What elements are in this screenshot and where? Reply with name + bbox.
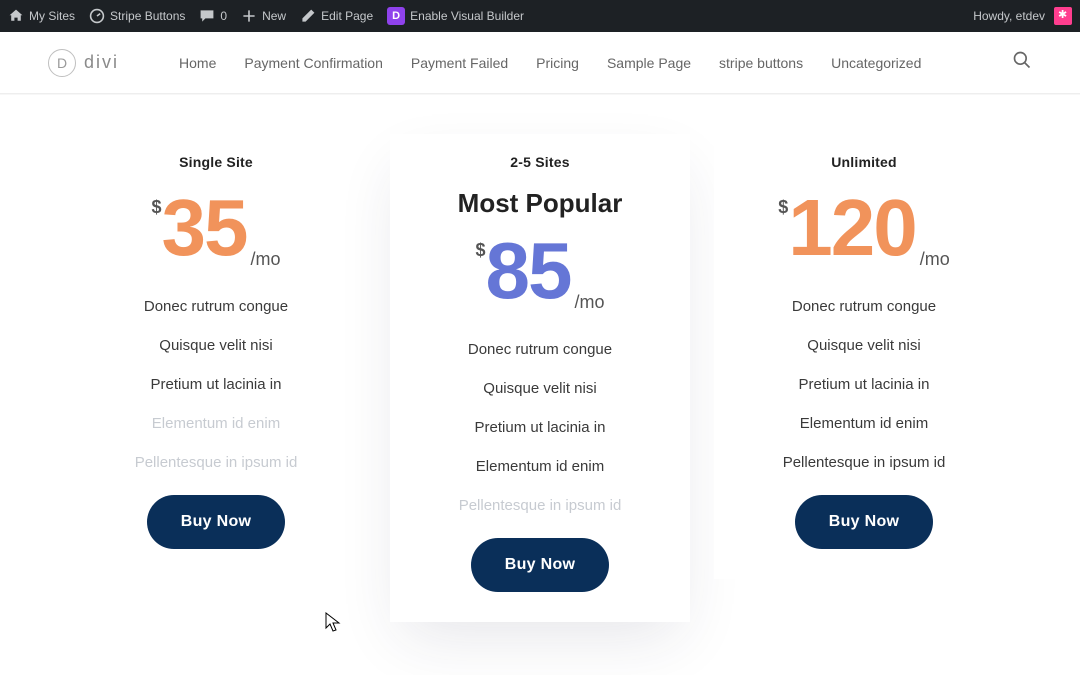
admin-my-sites[interactable]: My Sites [8,8,75,24]
buy-button[interactable]: Buy Now [795,495,934,549]
admin-visual-builder[interactable]: D Enable Visual Builder [387,7,524,25]
feature-item: Donec rutrum congue [732,298,996,315]
feature-list: Donec rutrum congue Quisque velit nisi P… [84,298,348,471]
nav-payment-failed[interactable]: Payment Failed [411,55,508,71]
nav-uncategorized[interactable]: Uncategorized [831,55,921,71]
card-title: Unlimited [732,134,996,182]
pencil-icon [300,8,316,24]
logo-mark-icon: D [48,49,76,77]
admin-my-sites-label: My Sites [29,9,75,23]
admin-visual-builder-label: Enable Visual Builder [410,9,524,23]
admin-comments[interactable]: 0 [199,8,227,24]
feature-item: Quisque velit nisi [408,380,672,397]
comment-icon [199,8,215,24]
feature-item: Pellentesque in ipsum id [408,497,672,514]
admin-new[interactable]: New [241,8,286,24]
nav-payment-confirmation[interactable]: Payment Confirmation [244,55,383,71]
feature-item: Elementum id enim [408,458,672,475]
feature-list: Donec rutrum congue Quisque velit nisi P… [408,341,672,514]
gauge-icon [89,8,105,24]
feature-list: Donec rutrum congue Quisque velit nisi P… [732,298,996,471]
primary-nav: Home Payment Confirmation Payment Failed… [179,55,1012,71]
buy-button[interactable]: Buy Now [471,538,610,592]
wp-admin-bar: My Sites Stripe Buttons 0 New Edit Page … [0,0,1080,32]
feature-item: Quisque velit nisi [84,337,348,354]
nav-sample-page[interactable]: Sample Page [607,55,691,71]
price-amount: 35 [162,188,247,268]
feature-item: Pellentesque in ipsum id [732,454,996,471]
feature-item: Elementum id enim [732,415,996,432]
nav-pricing[interactable]: Pricing [536,55,579,71]
site-header: D divi Home Payment Confirmation Payment… [0,32,1080,94]
price-line: $ 35 /mo [84,182,348,298]
feature-item: Pretium ut lacinia in [408,419,672,436]
feature-item: Quisque velit nisi [732,337,996,354]
feature-item: Elementum id enim [84,415,348,432]
admin-site-name-label: Stripe Buttons [110,9,185,23]
price-suffix: /mo [574,293,604,311]
price-suffix: /mo [250,250,280,268]
pricing-card-unlimited: Unlimited $ 120 /mo Donec rutrum congue … [714,134,1014,579]
price-currency: $ [151,198,161,216]
nav-stripe-buttons[interactable]: stripe buttons [719,55,803,71]
feature-item: Donec rutrum congue [408,341,672,358]
nav-home[interactable]: Home [179,55,216,71]
pricing-card-single: Single Site $ 35 /mo Donec rutrum congue… [66,134,366,579]
admin-new-label: New [262,9,286,23]
plus-icon [241,8,257,24]
avatar-icon [1054,7,1072,25]
price-suffix: /mo [920,250,950,268]
feature-item: Donec rutrum congue [84,298,348,315]
price-currency: $ [475,241,485,259]
site-logo[interactable]: D divi [48,49,119,77]
divi-icon: D [387,7,405,25]
admin-comments-count: 0 [220,9,227,23]
admin-howdy-label: Howdy, etdev [973,9,1045,23]
admin-edit-page[interactable]: Edit Page [300,8,373,24]
price-line: $ 85 /mo [408,225,672,341]
feature-item: Pretium ut lacinia in [84,376,348,393]
card-title: 2-5 Sites [408,134,672,182]
popular-badge: Most Popular [408,188,672,219]
price-line: $ 120 /mo [732,182,996,298]
feature-item: Pretium ut lacinia in [732,376,996,393]
price-amount: 120 [788,188,915,268]
admin-howdy[interactable]: Howdy, etdev [973,7,1072,25]
feature-item: Pellentesque in ipsum id [84,454,348,471]
price-currency: $ [778,198,788,216]
search-icon[interactable] [1012,50,1032,75]
admin-edit-page-label: Edit Page [321,9,373,23]
logo-text: divi [84,52,119,73]
pricing-card-popular: 2-5 Sites Most Popular $ 85 /mo Donec ru… [390,134,690,622]
card-title: Single Site [84,134,348,182]
pricing-row: Single Site $ 35 /mo Donec rutrum congue… [0,94,1080,670]
admin-site-name[interactable]: Stripe Buttons [89,8,185,24]
house-icon [8,8,24,24]
buy-button[interactable]: Buy Now [147,495,286,549]
price-amount: 85 [486,231,571,311]
